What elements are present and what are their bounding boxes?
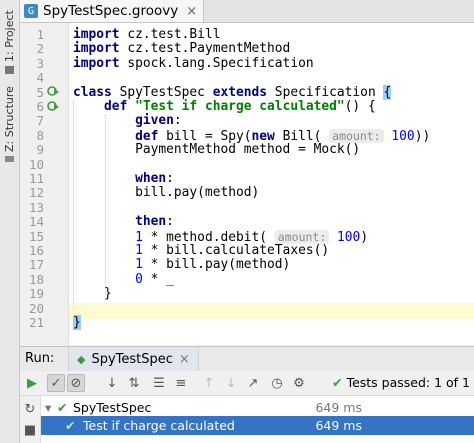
run-test-gutter-icon[interactable] [47,100,59,112]
run-label: Run: [25,351,55,366]
editor-tab-title: SpyTestSpec.groovy [43,3,179,19]
run-tab-title: SpyTestSpec [91,351,173,367]
code-line: import spock.lang.Specification [73,55,314,71]
test-suite-name: SpyTestSpec [73,400,152,415]
next-failed-icon[interactable]: ↓ [222,374,240,392]
tests-passed-text: Tests passed: 1 of 1 [346,375,470,390]
spock-test-icon: ◆ [77,352,86,366]
sort-by-duration-icon[interactable]: ⇅ [125,374,143,392]
line-number: 5 [36,84,44,100]
line-number: 6 [36,99,44,114]
line-number: 16 [28,243,44,258]
code-line: bill.pay(method) [73,185,260,201]
code-line: 1 * bill.pay(method) [135,257,291,273]
line-number: 10 [28,156,44,172]
code-editor[interactable]: 1 import cz.test.Bill 2 import cz.test.Paym… [20,23,474,345]
line-number: 2 [36,41,44,57]
structure-tool-label: Z: Structure [3,86,16,152]
editor-tab[interactable]: G SpyTestSpec.groovy × [20,0,205,22]
expand-all-icon[interactable]: ☰ [150,374,168,392]
export-results-icon[interactable]: ↗ [244,374,262,392]
history-icon[interactable]: ◷ [268,374,286,392]
code-line: then: [135,214,174,230]
show-passed-toggle-icon[interactable]: ✓ [47,374,65,392]
code-line: when: [135,171,174,186]
line-number: 8 [36,127,44,143]
close-tab-icon[interactable]: × [186,4,197,19]
groovy-file-icon: G [24,4,38,18]
code-line: given: [135,113,182,129]
check-icon: ✔ [332,375,343,390]
line-number: 21 [28,315,44,330]
code-line: 0 * _ [135,271,174,287]
code-line: import cz.test.Bill [73,27,221,42]
run-config-tab[interactable]: ◆ SpyTestSpec × [68,347,199,371]
project-tool-label: 1: Project [3,10,16,62]
check-icon: ✔ [57,400,68,415]
line-number: 4 [36,70,44,86]
rerun-side-icon[interactable]: ↻ [21,400,39,418]
test-duration: 649 ms [315,418,362,433]
test-tree-row-selected[interactable]: ✔ Test if charge calculated 649 ms [41,416,474,435]
caret-line-highlight [69,303,474,319]
project-tool-tab[interactable]: 1: Project [1,2,18,74]
line-number: 18 [28,271,44,287]
code-line: } [73,315,81,330]
code-line: 1 * bill.calculateTaxes() [135,243,330,258]
previous-failed-icon[interactable]: ↑ [200,374,218,392]
rerun-icon[interactable]: ▶ [23,374,41,392]
structure-tool-tab[interactable]: Z: Structure [1,86,18,162]
code-line: def "Test if charge calculated"() { [104,99,376,114]
run-toolbar: ▶ ✓ ⊘ ↓ ⇅ ☰ ≡ ↑ ↓ ↗ ◷ ⚙ ✔ Tests passed: … [20,371,474,396]
settings-gear-icon[interactable]: ⚙ [290,374,308,392]
run-side-buttons: ↻ ■ [20,396,41,443]
line-number: 11 [28,171,44,186]
check-icon: ✔ [65,418,76,433]
code-line: import cz.test.PaymentMethod [73,41,291,57]
line-number: 1 [36,27,44,42]
line-number: 7 [36,113,44,129]
folder-icon [5,66,14,74]
stop-side-icon[interactable]: ■ [21,421,39,439]
code-line: class SpyTestSpec extends Specification … [73,84,392,100]
line-number: 9 [36,142,44,158]
line-number: 19 [28,286,44,302]
line-number: 17 [28,257,44,273]
structure-icon [5,156,14,162]
show-ignored-toggle-icon[interactable]: ⊘ [67,374,85,392]
editor-tab-bar: G SpyTestSpec.groovy × [20,0,474,23]
line-number: 14 [28,214,44,230]
line-number: 15 [28,228,44,244]
run-class-gutter-icon[interactable] [47,85,59,97]
tool-window-stripe: 1: Project Z: Structure [0,0,20,443]
test-case-name: Test if charge calculated [83,418,235,433]
code-line: } [73,286,112,302]
run-panel-header: Run: ◆ SpyTestSpec × [20,346,474,372]
line-number: 3 [36,55,44,71]
close-run-tab-icon[interactable]: × [179,352,190,367]
line-number: 13 [28,199,44,215]
test-tree-row[interactable]: ▾ ✔ SpyTestSpec 649 ms [41,398,474,417]
line-number: 12 [28,185,44,201]
sort-alphabetically-icon[interactable]: ↓ [103,374,121,392]
tests-passed-status: ✔ Tests passed: 1 of 1 [332,375,470,390]
collapse-arrow-icon[interactable]: ▾ [45,400,51,415]
code-line: PaymentMethod method = Mock() [73,142,361,158]
line-number: 20 [28,300,44,316]
collapse-all-icon[interactable]: ≡ [172,374,190,392]
test-duration: 649 ms [315,400,362,415]
